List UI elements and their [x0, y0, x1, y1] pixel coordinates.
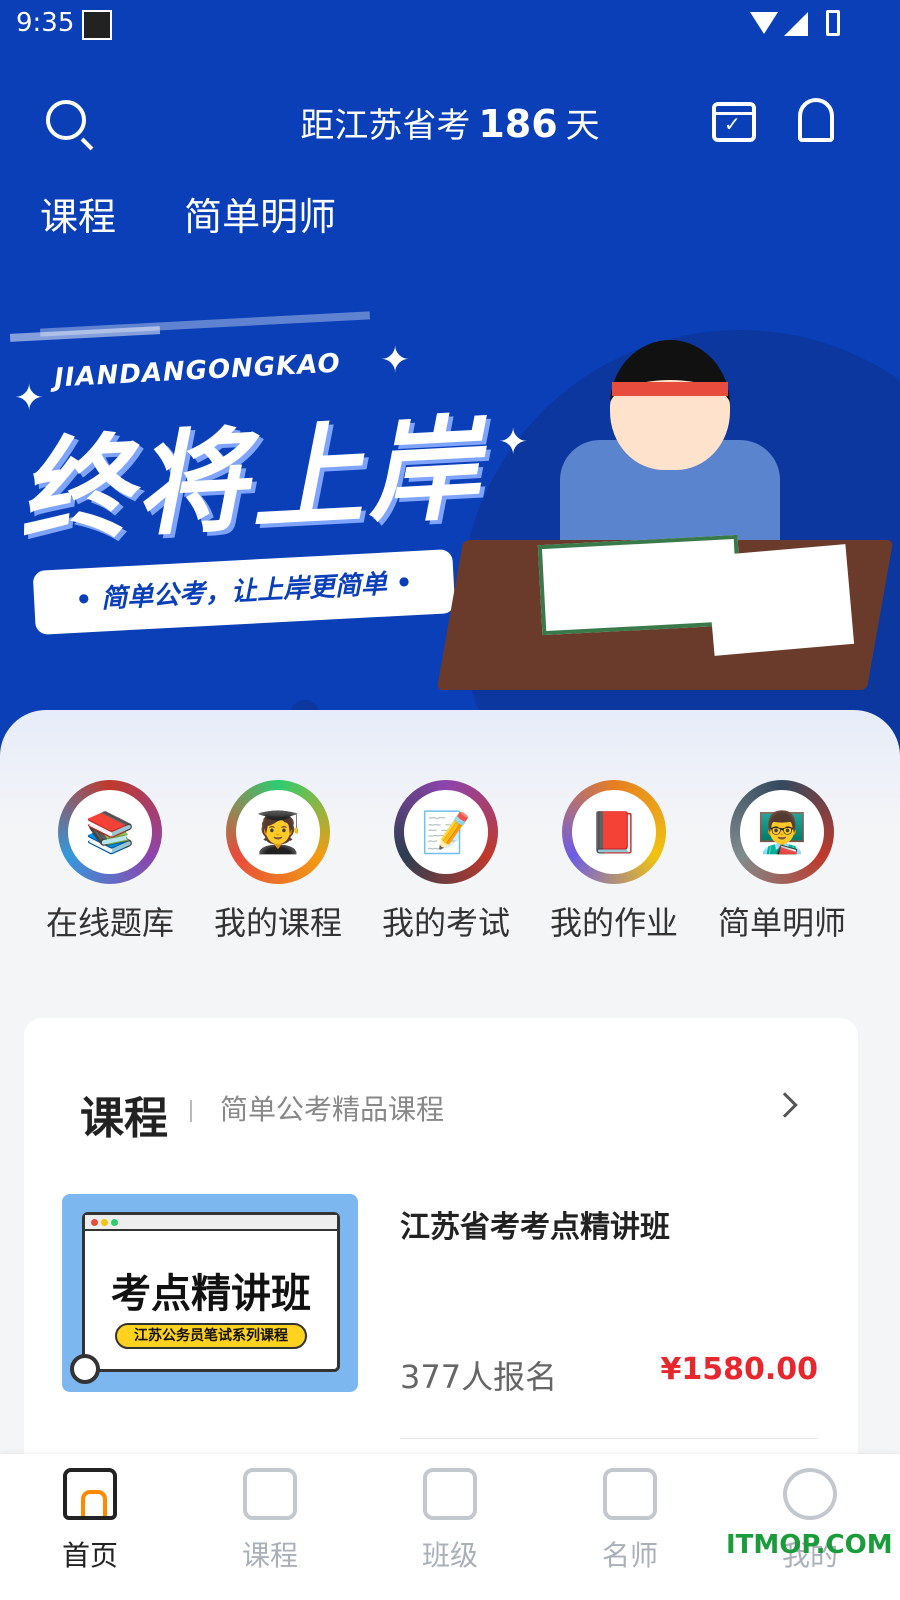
quick-question-bank[interactable]: 📚 在线题库	[26, 780, 194, 944]
countdown-suffix: 天	[565, 106, 600, 146]
enrollment-count: 377人报名	[400, 1358, 558, 1396]
tab-label: 名师	[601, 1539, 658, 1572]
top-tabs: 课程 简单明师	[40, 186, 392, 241]
student-head	[610, 340, 730, 470]
tab-courses[interactable]: 课程	[40, 195, 116, 239]
play-icon	[243, 1468, 297, 1520]
signal-icon	[784, 12, 808, 36]
section-subtitle: 简单公考精品课程	[220, 1093, 445, 1126]
tab-label: 课程	[241, 1539, 298, 1572]
tab-label: 首页	[61, 1539, 118, 1572]
status-bar: 9:35	[0, 0, 900, 48]
quick-my-homework[interactable]: 📕 我的作业	[530, 780, 698, 944]
tab-label: 班级	[421, 1539, 478, 1572]
tab-home[interactable]: 首页	[0, 1454, 180, 1600]
status-time: 9:35	[16, 8, 75, 38]
quick-label: 在线题库	[45, 904, 174, 942]
bell-icon[interactable]	[798, 98, 834, 142]
wifi-icon	[750, 12, 778, 34]
thumb-title: 考点精讲班	[111, 1271, 311, 1317]
banner-stripe	[40, 311, 370, 337]
student-illustration	[436, 330, 894, 700]
countdown-days: 186	[478, 102, 558, 146]
thumb-window: 考点精讲班 江苏公务员笔试系列课程	[82, 1212, 340, 1372]
divider	[400, 1438, 818, 1439]
tab-class[interactable]: 班级	[360, 1454, 540, 1600]
profile-icon	[783, 1468, 837, 1520]
quick-my-exams[interactable]: 📝 我的考试	[362, 780, 530, 944]
tab-profile[interactable]: 我的	[720, 1454, 900, 1600]
sparkle-icon: ✦	[380, 340, 411, 381]
quick-label: 我的课程	[213, 904, 342, 942]
tab-teachers[interactable]: 简单明师	[184, 195, 336, 239]
quick-teachers[interactable]: 👨‍🏫 简单明师	[698, 780, 866, 944]
homework-icon: 📕	[562, 780, 666, 884]
calendar-check-icon[interactable]	[712, 102, 756, 142]
course-price: ¥1580.00	[660, 1352, 818, 1387]
teacher-icon: 👨‍🏫	[730, 780, 834, 884]
course-name[interactable]: 江苏省考考点精讲班	[400, 1202, 670, 1246]
countdown-prefix: 距江苏省考	[300, 106, 471, 146]
quick-entries: 📚 在线题库 🧑‍🎓 我的课程 📝 我的考试 📕 我的作业 👨‍🏫 简单明师	[0, 780, 900, 944]
tab-course[interactable]: 课程	[180, 1454, 360, 1600]
teacher-icon	[603, 1468, 657, 1520]
battery-icon	[826, 10, 840, 36]
header-background: 9:35 距江苏省考186天 课程 简单明师 ✦ ✦ ✦ JIANDANGONG…	[0, 0, 900, 760]
thumb-tag: 江苏公务员笔试系列课程	[115, 1323, 307, 1349]
quick-label: 简单明师	[717, 904, 846, 942]
quick-my-courses[interactable]: 🧑‍🎓 我的课程	[194, 780, 362, 944]
watermark: ITMOP.COM	[726, 1530, 893, 1560]
home-icon	[63, 1468, 117, 1520]
exam-paper	[705, 544, 855, 656]
tab-teacher[interactable]: 名师	[540, 1454, 720, 1600]
course-thumbnail[interactable]: 考点精讲班 江苏公务员笔试系列课程	[62, 1194, 358, 1392]
headband	[612, 382, 728, 396]
notification-icon	[82, 10, 112, 40]
chevron-right-icon[interactable]	[772, 1092, 798, 1118]
class-icon	[423, 1468, 477, 1520]
bottom-tab-bar: 首页 课程 班级 名师 我的	[0, 1454, 900, 1600]
divider	[190, 1100, 192, 1122]
section-title: 课程	[80, 1093, 168, 1144]
banner-slogan: • 简单公考，让上岸更简单 •	[32, 549, 456, 635]
quick-label: 我的作业	[549, 904, 678, 942]
magnifier-icon	[70, 1354, 100, 1384]
books-icon: 📚	[58, 780, 162, 884]
exam-icon: 📝	[394, 780, 498, 884]
quick-label: 我的考试	[381, 904, 510, 942]
exam-countdown: 距江苏省考 186 天	[0, 98, 900, 147]
top-header: 距江苏省考 186 天	[0, 90, 900, 154]
student-icon: 🧑‍🎓	[226, 780, 330, 884]
banner-headline: 终将上岸	[15, 403, 486, 559]
